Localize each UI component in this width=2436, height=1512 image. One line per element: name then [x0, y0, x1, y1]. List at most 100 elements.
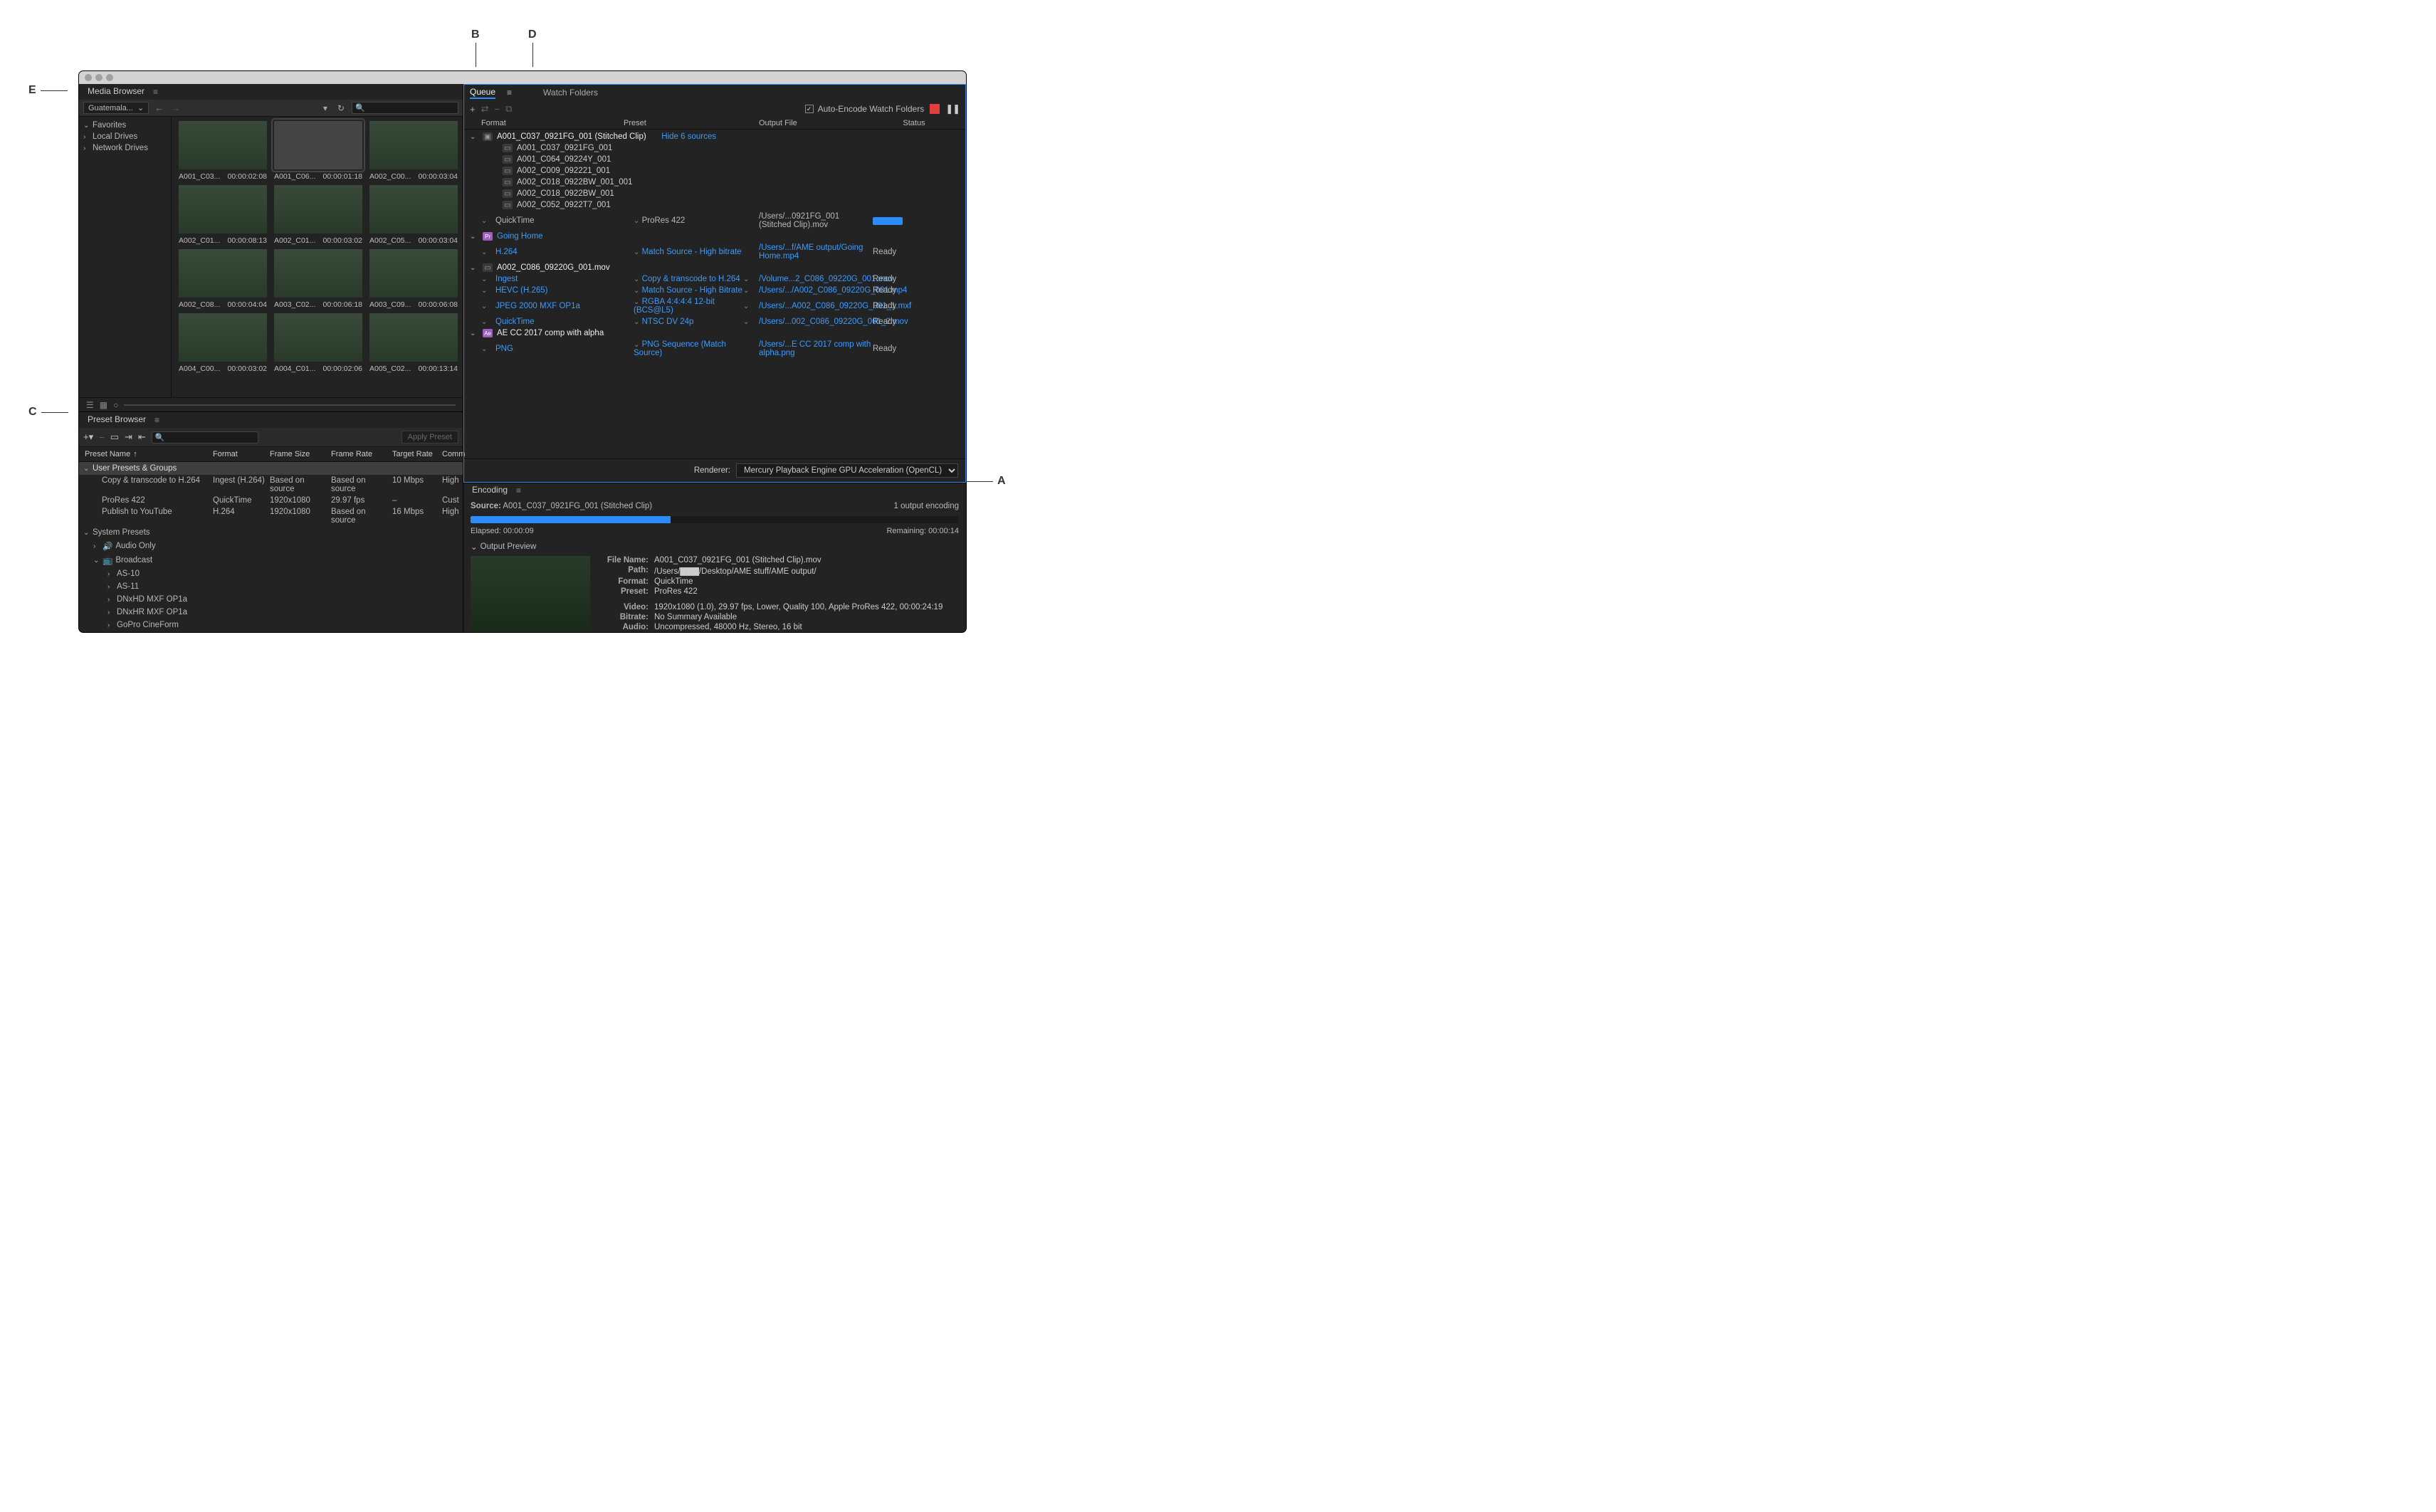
media-clip-thumbnail[interactable]: A002_C05...00:00:03:04 [369, 185, 458, 245]
delete-preset-icon[interactable]: − [99, 432, 105, 443]
chevron-down-icon[interactable]: ⌄ [634, 298, 639, 306]
renderer-dropdown[interactable]: Mercury Playback Engine GPU Acceleration… [736, 463, 958, 478]
audio-only-group[interactable]: ›🔊 Audio Only [79, 539, 463, 553]
preset-category[interactable]: ›GoPro CineForm [79, 619, 463, 631]
preset-category[interactable]: ›DNxHD MXF OP1a [79, 593, 463, 606]
duplicate-icon[interactable]: ⧉ [505, 103, 512, 115]
chevron-down-icon[interactable]: ⌄ [634, 248, 639, 256]
chevron-down-icon[interactable]: ⌄ [743, 287, 753, 295]
auto-encode-checkbox[interactable]: ✓ Auto-Encode Watch Folders [805, 104, 925, 114]
queue-output-row[interactable]: ⌄QuickTime⌄ NTSC DV 24p⌄/Users/...002_C0… [464, 316, 965, 327]
filter-icon[interactable]: ▾ [320, 103, 330, 113]
chevron-down-icon[interactable]: ⌄ [743, 303, 753, 310]
media-clip-thumbnail[interactable]: A004_C00...00:00:03:02 [179, 313, 267, 373]
list-view-icon[interactable]: ☰ [86, 400, 94, 410]
user-presets-group[interactable]: ⌄User Presets & Groups [79, 462, 463, 475]
media-clip-thumbnail[interactable]: A002_C00...00:00:03:04 [369, 121, 458, 181]
hide-sources-link[interactable]: Hide 6 sources [661, 132, 716, 141]
queue-item-going-home[interactable]: ⌄PrGoing Home [464, 231, 965, 242]
chevron-down-icon[interactable]: ⌄ [634, 275, 639, 283]
preset-settings-icon[interactable]: ▭ [110, 431, 119, 443]
tree-favorites[interactable]: ⌄Favorites [79, 120, 171, 131]
media-clip-thumbnail[interactable]: A002_C01...00:00:03:02 [274, 185, 362, 245]
col-frame-size[interactable]: Frame Size [270, 450, 331, 458]
media-search-input[interactable]: 🔍 [352, 102, 458, 114]
panel-menu-icon[interactable]: ≡ [154, 415, 159, 425]
queue-source-clip[interactable]: ▭A002_C018_0922BW_001 [464, 188, 965, 199]
col-frame-rate[interactable]: Frame Rate [331, 450, 392, 458]
media-clip-thumbnail[interactable]: A002_C01...00:00:08:13 [179, 185, 267, 245]
tree-network-drives[interactable]: ›Network Drives [79, 142, 171, 154]
queue-item-stitched[interactable]: ⌄▣A001_C037_0921FG_001 (Stitched Clip) H… [464, 131, 965, 142]
media-clip-thumbnail[interactable]: A002_C08...00:00:04:04 [179, 249, 267, 309]
queue-item-ae[interactable]: ⌄AeAE CC 2017 comp with alpha [464, 327, 965, 339]
traffic-light-zoom[interactable] [106, 74, 113, 81]
chevron-down-icon[interactable]: ⌄ [481, 248, 491, 256]
thumb-view-icon[interactable]: ▦ [100, 400, 107, 410]
queue-output-row[interactable]: ⌄HEVC (H.265)⌄ Match Source - High Bitra… [464, 285, 965, 296]
queue-output-row[interactable]: ⌄Ingest⌄ Copy & transcode to H.264⌄/Volu… [464, 273, 965, 285]
export-preset-icon[interactable]: ⇤ [138, 431, 146, 443]
traffic-light-close[interactable] [85, 74, 92, 81]
chevron-down-icon[interactable]: ⌄ [634, 287, 639, 295]
col-target-rate[interactable]: Target Rate [392, 450, 442, 458]
remove-icon[interactable]: − [495, 104, 500, 115]
preset-row[interactable]: Copy & transcode to H.264Ingest (H.264)B… [79, 475, 463, 495]
preset-category[interactable]: ›DNxHR MXF OP1a [79, 606, 463, 619]
preset-row[interactable]: ProRes 422QuickTime1920x108029.97 fps–Cu… [79, 495, 463, 506]
queue-source-clip[interactable]: ▭A002_C018_0922BW_001_001 [464, 177, 965, 188]
watch-folders-tab[interactable]: Watch Folders [543, 88, 598, 98]
queue-output-row[interactable]: ⌄H.264⌄ Match Source - High bitrate/User… [464, 242, 965, 262]
preset-category[interactable]: ›H.264 [79, 631, 463, 632]
import-preset-icon[interactable]: ⇥ [125, 431, 132, 443]
apply-preset-button[interactable]: Apply Preset [401, 431, 458, 443]
chevron-down-icon[interactable]: ⌄ [481, 303, 491, 310]
media-clip-thumbnail[interactable]: A003_C02...00:00:06:18 [274, 249, 362, 309]
panel-menu-icon[interactable]: ≡ [153, 87, 158, 97]
forward-button[interactable]: → [169, 103, 182, 113]
queue-source-clip[interactable]: ▭A002_C052_0922T7_001 [464, 199, 965, 211]
chevron-down-icon[interactable]: ⌄ [634, 341, 639, 349]
media-browser-tab[interactable]: Media Browser [85, 85, 147, 99]
panel-menu-icon[interactable]: ≡ [516, 485, 521, 495]
chevron-down-icon[interactable]: ⌄ [481, 287, 491, 295]
queue-output-row[interactable]: ⌄PNG⌄ PNG Sequence (Match Source)/Users/… [464, 339, 965, 359]
preset-category[interactable]: ›AS-11 [79, 580, 463, 593]
queue-output-row[interactable]: ⌄QuickTime⌄ ProRes 422/Users/...0921FG_0… [464, 211, 965, 231]
panel-menu-icon[interactable]: ≡ [507, 88, 512, 98]
folder-path-dropdown[interactable]: Guatemala... ⌄ [83, 102, 149, 114]
media-clip-thumbnail[interactable]: A001_C03...00:00:02:08 [179, 121, 267, 181]
system-presets-group[interactable]: ⌄System Presets [79, 526, 463, 539]
media-clip-thumbnail[interactable]: A005_C02...00:00:13:14 [369, 313, 458, 373]
chevron-down-icon[interactable]: ⌄ [743, 275, 753, 283]
preset-row[interactable]: Publish to YouTubeH.2641920x1080Based on… [79, 506, 463, 526]
back-button[interactable]: ← [153, 103, 165, 113]
add-source-icon[interactable]: + [470, 104, 476, 115]
queue-source-clip[interactable]: ▭A001_C064_09224Y_001 [464, 154, 965, 165]
col-format[interactable]: Format [213, 450, 270, 458]
media-clip-thumbnail[interactable]: A001_C06...00:00:01:18 [274, 121, 362, 181]
preset-search-input[interactable]: 🔍 [152, 431, 258, 443]
output-preview-toggle[interactable]: ⌄Output Preview [471, 542, 959, 552]
chevron-down-icon[interactable]: ⌄ [481, 318, 491, 326]
col-comment[interactable]: Comm [442, 450, 465, 458]
queue-output-row[interactable]: ⌄JPEG 2000 MXF OP1a⌄ RGBA 4:4:4:4 12-bit… [464, 296, 965, 316]
broadcast-group[interactable]: ⌄📺 Broadcast [79, 553, 463, 567]
chevron-down-icon[interactable]: ⌄ [481, 345, 491, 353]
queue-tab[interactable]: Queue [470, 87, 495, 99]
ingest-icon[interactable]: ↻ [335, 103, 347, 113]
traffic-light-minimize[interactable] [95, 74, 103, 81]
add-preset-icon[interactable]: ⇄ [481, 103, 489, 115]
encoding-tab[interactable]: Encoding [469, 483, 510, 498]
col-preset-name[interactable]: Preset Name ↑ [85, 450, 213, 458]
new-preset-icon[interactable]: +▾ [83, 431, 93, 443]
chevron-down-icon[interactable]: ⌄ [481, 275, 491, 283]
preset-category[interactable]: ›AS-10 [79, 567, 463, 580]
chevron-down-icon[interactable]: ⌄ [743, 318, 753, 326]
queue-item-a002[interactable]: ⌄▭A002_C086_09220G_001.mov [464, 262, 965, 273]
chevron-down-icon[interactable]: ⌄ [481, 217, 491, 225]
queue-source-clip[interactable]: ▭A002_C009_092221_001 [464, 165, 965, 177]
media-clip-thumbnail[interactable]: A004_C01...00:00:02:06 [274, 313, 362, 373]
tree-local-drives[interactable]: ›Local Drives [79, 131, 171, 142]
media-clip-thumbnail[interactable]: A003_C09...00:00:06:08 [369, 249, 458, 309]
